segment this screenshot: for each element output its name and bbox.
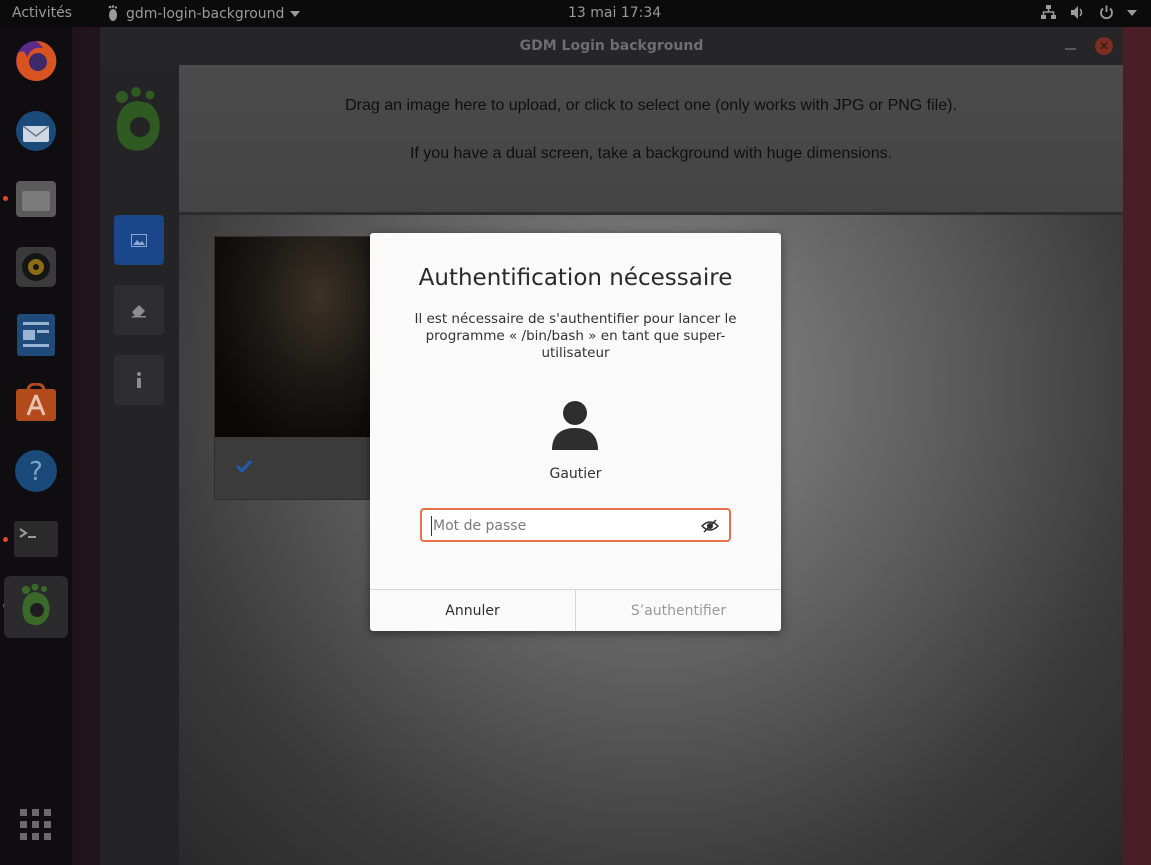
image-tab-button[interactable] [114,215,164,265]
clock[interactable]: 13 mai 17:34 [568,5,661,21]
help-icon: ? [15,450,57,492]
reset-button[interactable] [114,285,164,335]
minimize-button[interactable] [1065,48,1076,50]
sidebar [100,65,179,865]
user-avatar-icon [552,401,598,450]
terminal-icon [14,521,58,557]
top-bar: Activités gdm-login-background 13 mai 17… [0,0,1151,27]
dialog-message: Il est nécessaire de s'authentifier pour… [414,311,737,361]
dropzone-hint: If you have a dual screen, take a backgr… [409,145,893,162]
writer-icon [17,314,55,356]
authenticate-button[interactable]: S’authentifier [576,590,781,631]
activities-button[interactable]: Activités [12,5,72,21]
dock-rhythmbox[interactable] [10,241,62,293]
image-icon [131,233,147,247]
app-logo [116,87,160,151]
dock-firefox[interactable] [10,35,62,87]
svg-text:?: ? [29,457,43,487]
eraser-icon [132,305,146,318]
username: Gautier [549,466,602,482]
dock: ? [0,27,72,865]
gnome-foot-icon [108,5,118,21]
firefox-icon [16,40,57,81]
dock-writer[interactable] [10,309,62,361]
dock-terminal[interactable] [10,513,62,565]
system-tray[interactable] [1040,4,1137,21]
info-icon [137,372,141,388]
background-thumbnail [215,237,375,437]
show-applications-button[interactable] [10,799,62,851]
rhythmbox-icon [16,247,56,287]
dialog-buttons: Annuler S’authentifier [370,589,781,631]
gnome-foot-icon [22,584,50,626]
close-button[interactable]: ✕ [1095,37,1113,55]
volume-icon [1071,6,1083,19]
show-apps-icon [20,809,51,840]
dock-gdm-login-background[interactable] [4,576,68,638]
app-menu-label: gdm-login-background [126,5,285,22]
files-icon [16,181,56,217]
password-input[interactable] [431,516,691,536]
dialog-title: Authentification nécessaire [418,265,733,291]
window-title: GDM Login background [100,27,1123,65]
background-card[interactable] [214,236,375,500]
power-icon [1100,5,1113,20]
thunderbird-icon [16,111,56,151]
dock-software[interactable] [10,377,62,429]
password-field[interactable] [420,508,731,542]
dock-files[interactable] [10,173,62,225]
auth-dialog: Authentification nécessaire Il est néces… [370,233,781,631]
dropzone-instruction: Drag an image here to upload, or click t… [345,97,957,114]
about-button[interactable] [114,355,164,405]
network-icon [1041,5,1056,19]
checkmark-icon [235,459,253,473]
dock-thunderbird[interactable] [10,105,62,157]
chevron-down-icon [290,10,301,17]
eye-slash-icon[interactable] [701,518,719,534]
app-menu[interactable]: gdm-login-background [106,5,301,22]
image-dropzone[interactable]: Drag an image here to upload, or click t… [179,65,1123,215]
dock-help[interactable]: ? [10,445,62,497]
cancel-button[interactable]: Annuler [370,590,576,631]
running-indicator [3,537,8,542]
software-icon [16,383,56,421]
chevron-down-icon [1127,9,1137,16]
running-indicator [3,196,8,201]
